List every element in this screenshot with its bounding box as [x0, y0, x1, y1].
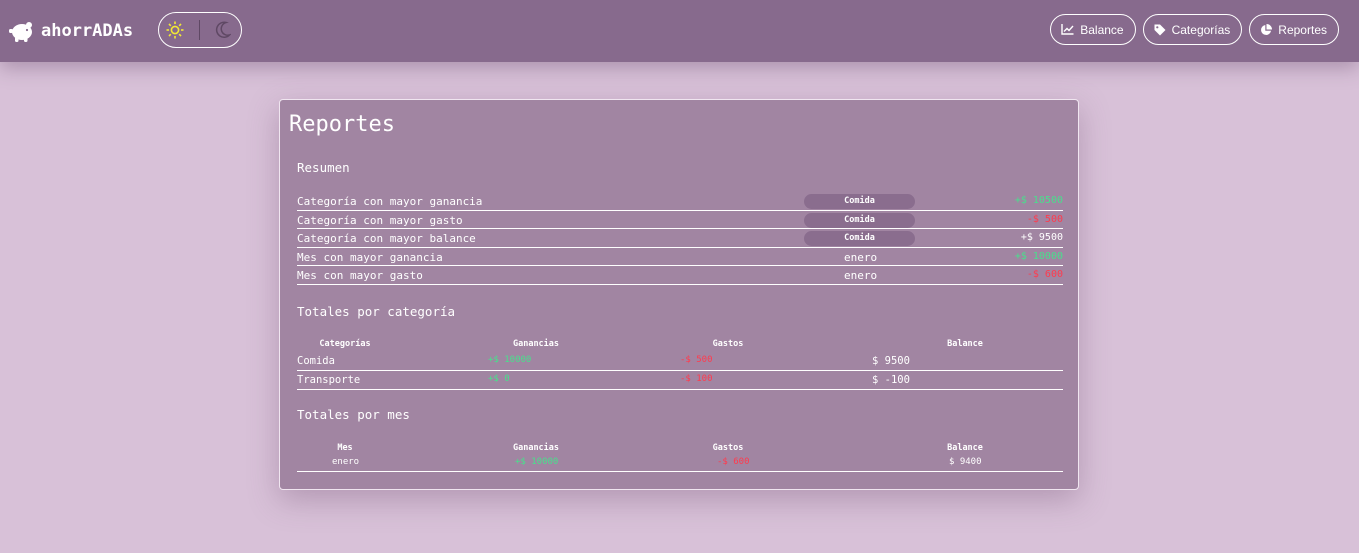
month-name: enero: [332, 457, 360, 467]
theme-toggle[interactable]: [158, 12, 242, 48]
brand-name: ahorrADAs: [41, 21, 134, 41]
summary-label: Categoría con mayor balance: [297, 232, 476, 245]
column-header: Mes: [337, 443, 353, 453]
expense-cell: -$ 500: [680, 355, 713, 365]
column-header: Balance: [947, 443, 983, 453]
nav-reports-label: Reportes: [1278, 22, 1327, 37]
balance-cell: $ 9500: [872, 355, 910, 367]
sun-icon[interactable]: [166, 21, 184, 39]
month-totals-title: Totales por mes: [297, 407, 410, 422]
navbar: ahorrADAs Balance Categorías Reportes: [0, 0, 1359, 62]
tag-icon: [1154, 24, 1166, 35]
summary-amount: +$ 10500: [1014, 195, 1063, 206]
column-header: Ganancias: [512, 443, 560, 453]
income-cell: +$ 10000: [488, 355, 532, 365]
category-totals-table: Categorías Ganancias Gastos Balance Comi…: [297, 336, 1063, 390]
summary-month: enero: [844, 269, 878, 282]
page-title: Reportes: [289, 112, 395, 137]
reports-card: Reportes Resumen Categoría con mayor gan…: [279, 99, 1079, 490]
pie-chart-icon: [1261, 23, 1273, 35]
summary-month: enero: [844, 250, 878, 264]
column-header: Categorías: [319, 339, 371, 349]
summary-row: Mes con mayor ganancia enero +$ 10000: [297, 248, 1063, 266]
category-name: Comida: [297, 355, 335, 367]
income-cell: +$ 10000: [515, 457, 559, 467]
summary-label: Categoría con mayor gasto: [297, 213, 463, 227]
table-header: Categorías Ganancias Gastos Balance: [297, 336, 1063, 352]
summary-amount: -$ 500: [1026, 213, 1063, 225]
summary-row: Categoría con mayor gasto Comida -$ 500: [297, 211, 1063, 229]
nav-balance-label: Balance: [1080, 22, 1124, 37]
balance-cell: $ 9400: [949, 457, 982, 467]
column-header: Gastos: [712, 339, 744, 349]
summary-label: Mes con mayor ganancia: [297, 250, 443, 264]
theme-toggle-divider: [198, 20, 201, 40]
summary-table: Categoría con mayor ganancia Comida +$ 1…: [297, 192, 1063, 285]
nav-balance-button[interactable]: Balance: [1050, 14, 1136, 45]
summary-row: Categoría con mayor ganancia Comida +$ 1…: [297, 192, 1063, 211]
category-name: Transporte: [297, 374, 361, 386]
moon-icon[interactable]: [215, 21, 231, 39]
column-header: Gastos: [712, 443, 744, 453]
summary-row: Mes con mayor gasto enero -$ 600: [297, 266, 1063, 285]
expense-cell: -$ 100: [680, 374, 713, 384]
balance-cell: $ -100: [872, 374, 910, 386]
nav-categories-button[interactable]: Categorías: [1142, 14, 1243, 45]
piggy-bank-icon: [9, 22, 32, 42]
chart-line-icon: [1061, 24, 1074, 35]
summary-amount: +$ 9500: [1020, 232, 1063, 243]
brand[interactable]: ahorrADAs: [9, 17, 133, 45]
column-header: Balance: [947, 339, 983, 349]
category-totals-title: Totales por categoría: [297, 304, 456, 319]
category-badge: Comida: [804, 212, 915, 228]
main-nav: Balance Categorías Reportes: [1050, 14, 1339, 45]
summary-amount: +$ 10000: [1014, 250, 1063, 262]
category-badge: Comida: [804, 231, 915, 246]
summary-row: Categoría con mayor balance Comida +$ 95…: [297, 229, 1063, 248]
summary-amount: -$ 600: [1026, 269, 1063, 280]
summary-label: Categoría con mayor ganancia: [297, 195, 483, 208]
table-row: Transporte +$ 0 -$ 100 $ -100: [297, 371, 1063, 390]
income-cell: +$ 0: [488, 374, 510, 384]
nav-reports-button[interactable]: Reportes: [1249, 14, 1339, 45]
category-badge: Comida: [804, 194, 915, 209]
column-header: Ganancias: [512, 339, 560, 349]
table-row: enero +$ 10000 -$ 600 $ 9400: [297, 456, 1063, 472]
month-totals-table: Mes Ganancias Gastos Balance enero +$ 10…: [297, 440, 1063, 472]
nav-categories-label: Categorías: [1171, 22, 1231, 37]
summary-title: Resumen: [297, 160, 350, 175]
expense-cell: -$ 600: [717, 457, 750, 467]
table-row: Comida +$ 10000 -$ 500 $ 9500: [297, 352, 1063, 371]
table-header: Mes Ganancias Gastos Balance: [297, 440, 1063, 456]
summary-label: Mes con mayor gasto: [297, 269, 423, 282]
